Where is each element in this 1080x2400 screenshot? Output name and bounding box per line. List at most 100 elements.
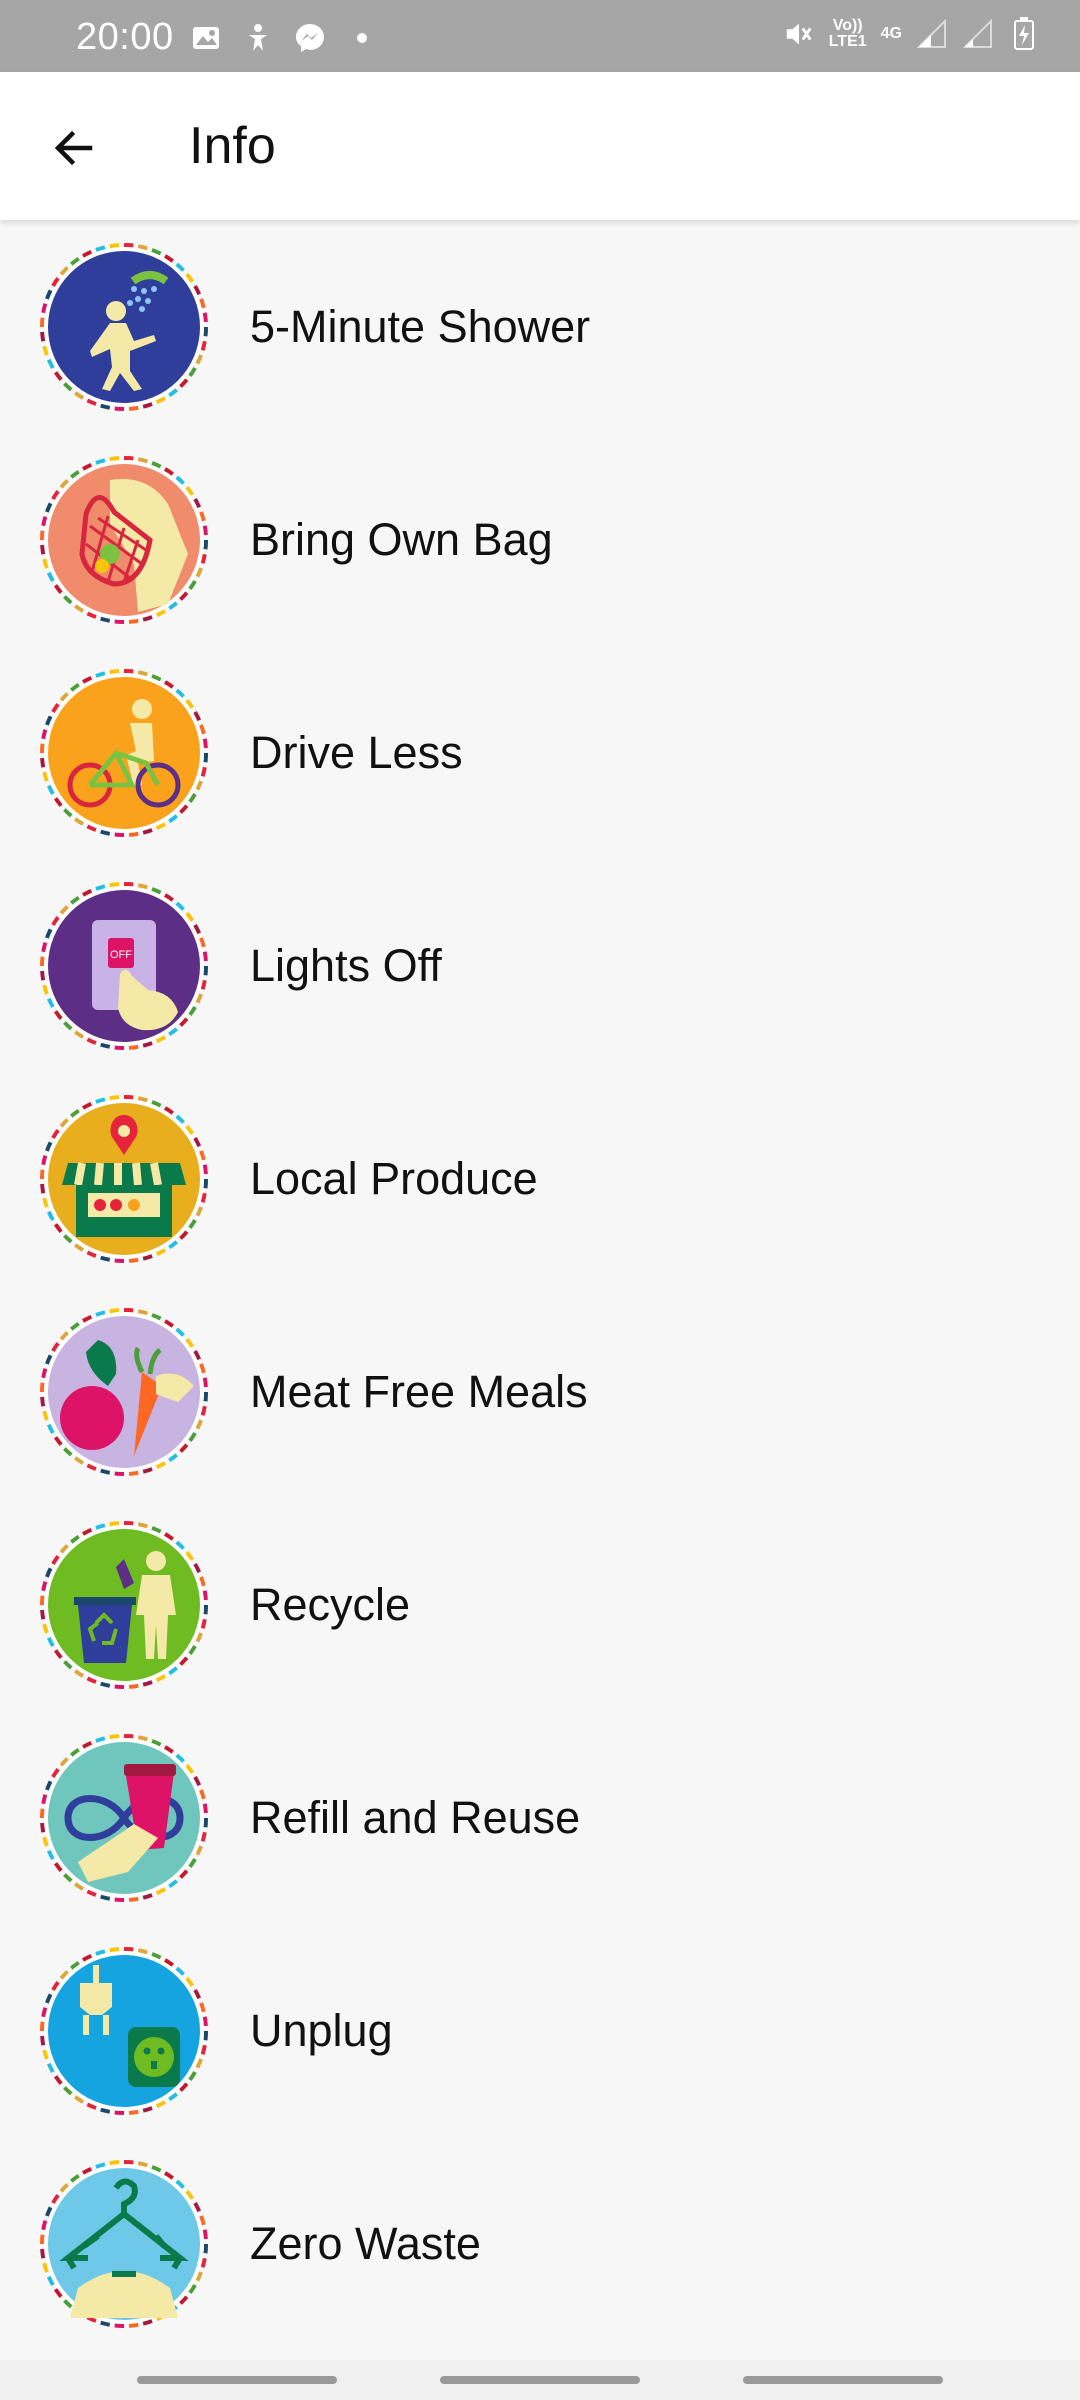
- list-item-unplug[interactable]: Unplug: [0, 1924, 1080, 2137]
- ring-segment: [40, 1594, 45, 1605]
- ring-segment: [199, 2001, 206, 2012]
- ring-segment: [42, 771, 49, 782]
- ring-segment: [109, 1520, 120, 1526]
- signal-icon-2: [962, 18, 994, 50]
- ring-segment: [123, 242, 134, 248]
- ring-segment: [100, 1042, 111, 1049]
- ring-segment: [40, 529, 45, 540]
- ring-segment: [202, 311, 208, 322]
- ring-segment: [123, 1094, 134, 1100]
- ring-segment: [40, 2020, 45, 2031]
- back-button[interactable]: [40, 116, 108, 184]
- ring-segment: [142, 2105, 153, 2113]
- ring-segment: [123, 1520, 134, 1526]
- list-item-local-produce[interactable]: Local Produce: [0, 1072, 1080, 1285]
- market-stall-icon: [38, 1093, 210, 1265]
- ring-segment: [199, 297, 206, 308]
- ring-segment: [109, 455, 120, 461]
- navigation-bar: [0, 2360, 1080, 2400]
- ring-segment: [95, 883, 106, 891]
- ring-segment: [42, 1410, 49, 1421]
- signal-icon-1: [916, 18, 948, 50]
- ring-segment: [40, 1183, 46, 1194]
- ring-segment: [40, 2233, 45, 2244]
- item-label: Local Produce: [250, 1152, 538, 1204]
- ring-segment: [200, 1405, 207, 1416]
- ring-segment: [42, 1623, 49, 1634]
- ring-segment: [203, 326, 208, 337]
- ring-segment: [128, 1470, 139, 1476]
- item-label: Bring Own Bag: [250, 513, 553, 565]
- ring-segment: [95, 1735, 106, 1743]
- item-label: 5-Minute Shower: [250, 300, 591, 352]
- ring-segment: [40, 1609, 46, 1620]
- list-item-meat-free-meals[interactable]: Meat Free Meals: [0, 1285, 1080, 1498]
- list-item-refill-and-reuse[interactable]: Refill and Reuse: [0, 1711, 1080, 1924]
- plug-icon: [38, 1945, 210, 2117]
- ring-segment: [114, 1683, 125, 1689]
- ring-segment: [40, 2248, 46, 2259]
- ring-segment: [40, 2035, 46, 2046]
- ring-segment: [200, 1831, 207, 1842]
- accessibility-icon: [242, 22, 274, 54]
- ring-segment: [199, 936, 206, 947]
- ring-segment: [142, 1040, 153, 1048]
- ring-segment: [40, 1807, 45, 1818]
- ring-segment: [202, 1163, 208, 1174]
- ring-segment: [41, 728, 48, 739]
- ring-segment: [40, 331, 46, 342]
- ring-segment: [142, 1679, 153, 1687]
- ring-segment: [202, 737, 208, 748]
- nav-handle-left[interactable]: [137, 2376, 337, 2384]
- ring-segment: [137, 2160, 148, 2167]
- list-item-zero-waste[interactable]: Zero Waste: [0, 2137, 1080, 2350]
- messenger-icon: [294, 22, 326, 54]
- ring-segment: [203, 1391, 208, 1402]
- list-item-drive-less[interactable]: Drive Less: [0, 646, 1080, 859]
- ring-segment: [40, 955, 45, 966]
- ring-segment: [40, 316, 45, 327]
- ring-segment: [40, 1168, 45, 1179]
- ring-segment: [109, 1307, 120, 1313]
- ring-segment: [128, 1683, 139, 1689]
- ring-segment: [137, 882, 148, 889]
- ring-segment: [114, 1470, 125, 1476]
- ring-segment: [202, 2228, 208, 2239]
- ring-segment: [137, 1095, 148, 1102]
- ring-segment: [203, 539, 208, 550]
- ring-segment: [199, 1788, 206, 1799]
- ring-segment: [41, 1580, 48, 1591]
- list-item-recycle[interactable]: Recycle: [0, 1498, 1080, 1711]
- hanger-icon: [38, 2158, 210, 2330]
- network-type-label: 4G: [880, 25, 902, 42]
- app-bar: Info: [0, 72, 1080, 220]
- ring-segment: [203, 2243, 208, 2254]
- page-title: Info: [189, 117, 276, 175]
- list-item-lights-off[interactable]: OFF Lights Off: [0, 859, 1080, 1072]
- light-switch-icon: OFF: [38, 880, 210, 1052]
- ring-segment: [203, 1604, 208, 1615]
- ring-segment: [41, 302, 48, 313]
- nav-handle-right[interactable]: [743, 2376, 943, 2384]
- item-label: Refill and Reuse: [250, 1791, 581, 1843]
- ring-segment: [95, 1948, 106, 1956]
- ring-segment: [95, 457, 106, 465]
- bag-icon: [38, 454, 210, 626]
- ring-segment: [123, 2159, 134, 2165]
- ring-segment: [114, 405, 125, 411]
- ring-segment: [109, 668, 120, 674]
- ring-segment: [123, 881, 134, 887]
- status-time: 20:00: [76, 16, 174, 58]
- list-item-5-minute-shower[interactable]: 5-Minute Shower: [0, 220, 1080, 433]
- ring-segment: [123, 1946, 134, 1952]
- ring-segment: [200, 979, 207, 990]
- ring-segment: [128, 1044, 139, 1050]
- nav-handle-center[interactable]: [440, 2376, 640, 2384]
- ring-segment: [199, 1362, 206, 1373]
- ring-segment: [203, 1178, 208, 1189]
- ring-segment: [41, 1367, 48, 1378]
- ring-segment: [42, 2049, 49, 2060]
- ring-segment: [200, 1192, 207, 1203]
- list-item-bring-own-bag[interactable]: Bring Own Bag: [0, 433, 1080, 646]
- ring-segment: [202, 1802, 208, 1813]
